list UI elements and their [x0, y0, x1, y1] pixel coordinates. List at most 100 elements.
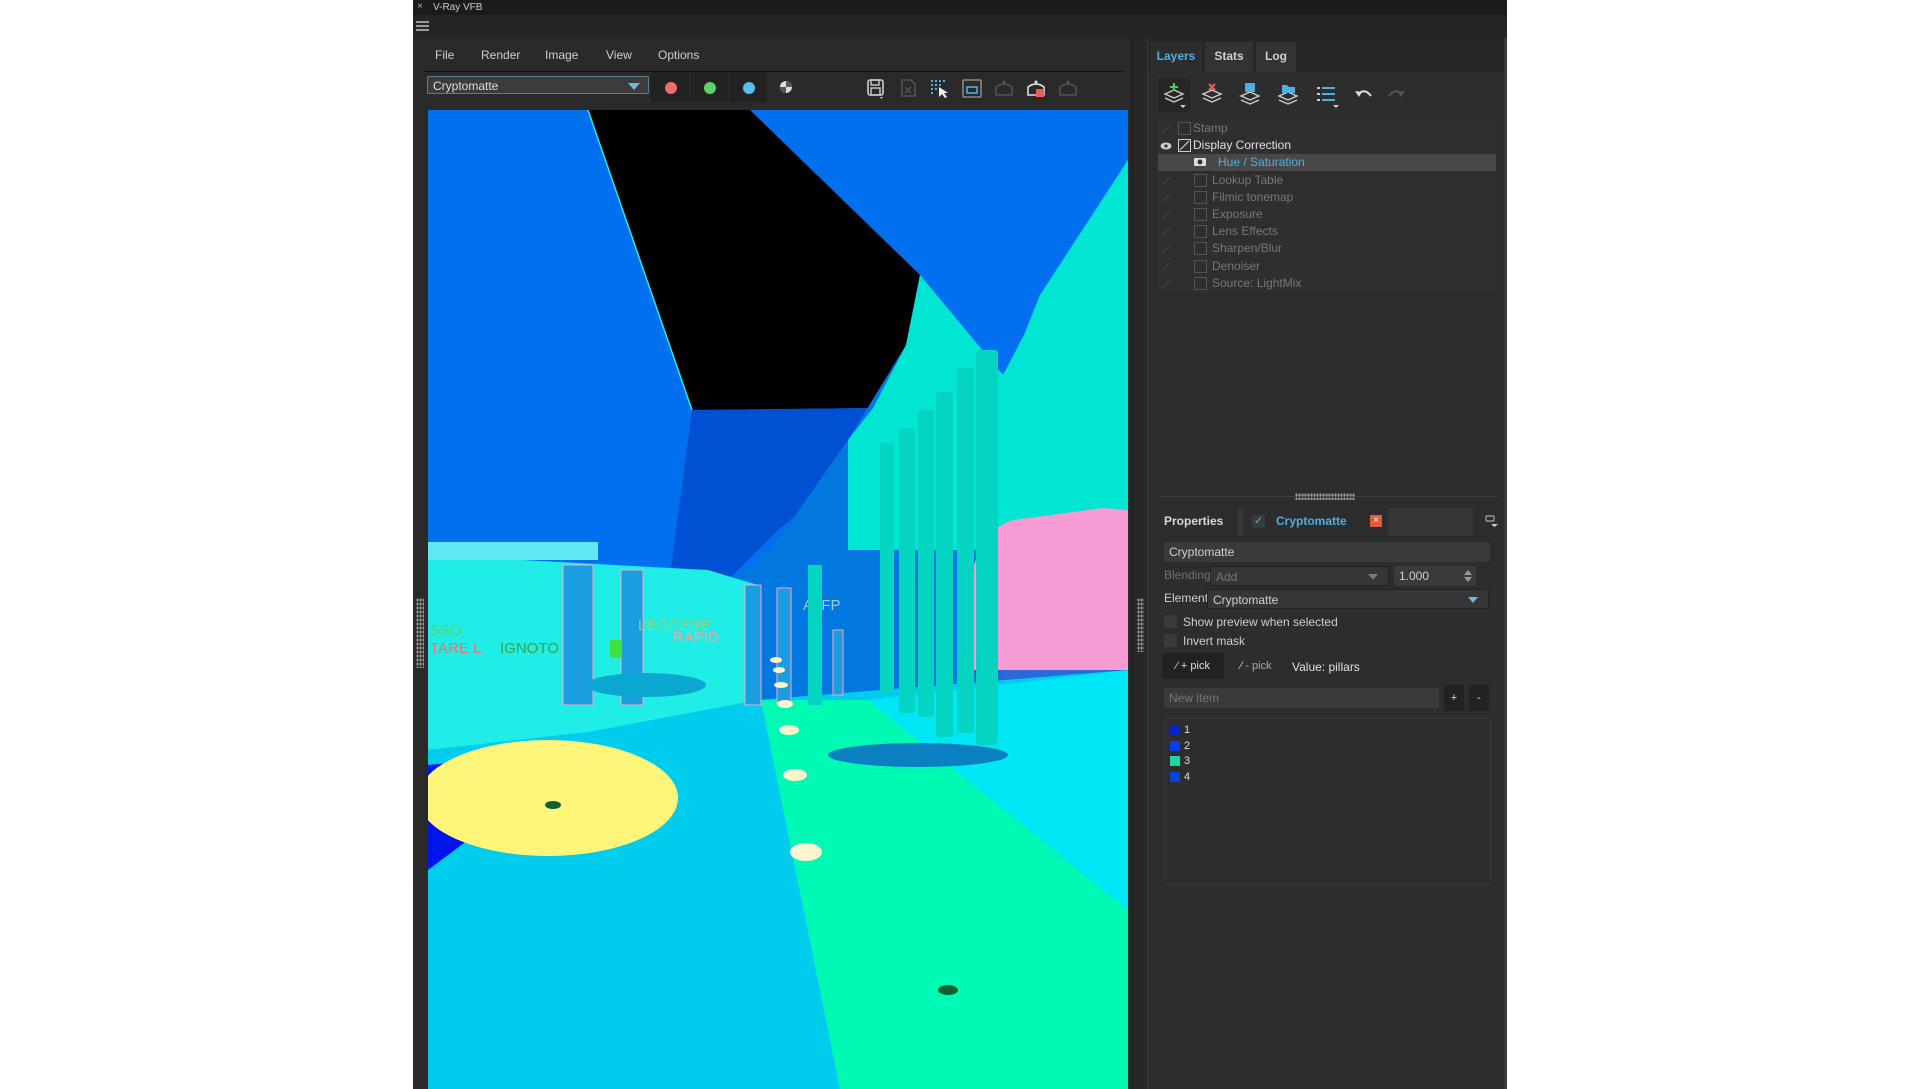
layer-label: Exposure	[1212, 207, 1263, 221]
divider-grip-icon[interactable]	[1295, 493, 1355, 500]
lookup-table-icon	[1194, 173, 1207, 187]
layer-row[interactable]: Sharpen/Blur	[1158, 240, 1496, 258]
spinner-arrows-icon[interactable]	[1464, 569, 1472, 583]
opacity-spinbox[interactable]: 1.000	[1394, 566, 1476, 586]
delete-layer-button[interactable]: ×	[1370, 515, 1382, 527]
red-channel-button[interactable]	[651, 72, 689, 102]
left-panel-resize-handle[interactable]	[416, 598, 424, 668]
layer-presets-icon[interactable]	[1310, 78, 1342, 112]
eye-icon[interactable]	[1160, 140, 1172, 150]
channel-select[interactable]: Cryptomatte	[427, 76, 649, 94]
path-light	[790, 843, 822, 861]
menu-image[interactable]: Image	[545, 48, 578, 62]
hamburger-menu-icon[interactable]	[416, 21, 429, 31]
path-light	[773, 667, 785, 673]
alpha-channel-icon[interactable]	[773, 75, 799, 99]
close-window-icon[interactable]: ×	[417, 1, 423, 12]
denoiser-icon	[1194, 259, 1207, 273]
menu-view[interactable]: View	[606, 48, 632, 62]
eye-hidden-icon[interactable]	[1160, 278, 1172, 289]
eye-hidden-icon[interactable]	[1160, 261, 1172, 272]
save-image-icon[interactable]	[863, 77, 889, 101]
region-render-icon[interactable]	[927, 77, 953, 101]
menu-options[interactable]: Options	[658, 48, 699, 62]
pick-remove-button[interactable]: ⁄ - pick	[1228, 653, 1284, 679]
layer-row[interactable]: Lookup Table	[1158, 171, 1496, 189]
eye-hidden-icon[interactable]	[1160, 123, 1172, 134]
layer-row[interactable]: Hue / Saturation	[1158, 154, 1496, 172]
element-select[interactable]: Cryptomatte	[1207, 589, 1489, 609]
show-preview-checkbox[interactable]	[1164, 615, 1177, 628]
layer-toolbar	[1158, 78, 1498, 114]
item-label: 3	[1184, 755, 1191, 767]
hamburger-row	[413, 15, 1507, 38]
layer-label: Display Correction	[1193, 138, 1292, 153]
eye-hidden-icon[interactable]	[1160, 175, 1172, 186]
layer-row[interactable]: Stamp	[1158, 120, 1496, 137]
layer-enabled-checkbox[interactable]: ✓	[1252, 515, 1265, 528]
dark-spot	[545, 801, 561, 809]
layer-row[interactable]: Filmic tonemap	[1158, 188, 1496, 206]
remove-item-button[interactable]: -	[1469, 685, 1489, 711]
eye-hidden-icon[interactable]	[1160, 209, 1172, 220]
blending-select[interactable]: Add	[1210, 566, 1389, 586]
layer-row[interactable]: Exposure	[1158, 206, 1496, 223]
invert-mask-checkbox[interactable]	[1164, 634, 1177, 647]
splitter-grip-icon	[1137, 598, 1144, 652]
add-layer-icon[interactable]	[1158, 78, 1190, 112]
item-color-swatch	[1170, 725, 1180, 735]
cryptomatte-item-list: 1 2 3 4	[1164, 718, 1491, 885]
exposure-icon	[1194, 208, 1207, 221]
new-item-input[interactable]	[1164, 688, 1439, 708]
item-label: 1	[1184, 724, 1191, 736]
load-layers-icon[interactable]	[1272, 78, 1304, 112]
image-pane: File Render Image View Options Cryptomat…	[413, 38, 1131, 1089]
item-color-swatch	[1170, 771, 1180, 782]
layer-label: Lens Effects	[1212, 224, 1278, 239]
sharpen-blur-icon	[1194, 242, 1207, 256]
header-separator	[1238, 508, 1243, 536]
clear-image-icon[interactable]	[895, 77, 921, 101]
save-layers-icon[interactable]	[1234, 78, 1266, 112]
compare-icon[interactable]	[959, 77, 985, 101]
pane-splitter[interactable]	[1131, 38, 1148, 1089]
properties-menu-icon[interactable]	[1483, 512, 1499, 532]
green-channel-button[interactable]	[690, 72, 728, 102]
door	[832, 629, 844, 696]
layer-row[interactable]: Denoiser	[1158, 257, 1496, 275]
eye-hidden-icon[interactable]	[1160, 226, 1172, 237]
eye-hidden-icon[interactable]	[1160, 192, 1172, 203]
undo-icon[interactable]	[1348, 78, 1380, 112]
pick-add-button[interactable]: ⁄ + pick	[1162, 653, 1224, 679]
blue-channel-button[interactable]	[729, 72, 767, 102]
tab-layers[interactable]: Layers	[1150, 42, 1202, 72]
layer-label: Source: LightMix	[1212, 275, 1302, 290]
render-interactive-icon[interactable]	[991, 77, 1017, 101]
layer-row[interactable]: Source: LightMix	[1158, 274, 1496, 292]
render-viewport[interactable]: SSOTARE LIGNOTOLEGGERERAPIDALFP	[428, 110, 1128, 1089]
render-icon[interactable]	[1055, 77, 1081, 101]
chevron-down-icon	[1468, 597, 1478, 603]
redo-icon[interactable]	[1380, 78, 1412, 112]
pillar	[880, 443, 894, 693]
layer-row[interactable]: Display Correction	[1158, 137, 1496, 155]
menu-render[interactable]: Render	[481, 48, 520, 62]
blending-label: Blending	[1164, 568, 1211, 582]
vray-vfb-window: × V-Ray VFB File Render Image View Optio…	[413, 0, 1507, 1089]
eye-hidden-icon[interactable]	[1160, 157, 1172, 168]
yellow-light-patch	[428, 740, 678, 856]
wall-lettering: SSO	[430, 622, 462, 639]
layer-name-field[interactable]: Cryptomatte	[1164, 542, 1490, 562]
add-item-button[interactable]: +	[1444, 685, 1464, 711]
stop-render-icon[interactable]	[1023, 77, 1049, 101]
menu-file[interactable]: File	[435, 48, 454, 62]
item-color-swatch	[1170, 756, 1180, 766]
eye-hidden-icon[interactable]	[1160, 243, 1172, 254]
show-preview-label: Show preview when selected	[1183, 615, 1338, 629]
layer-row[interactable]: Lens Effects	[1158, 223, 1496, 241]
wall-lettering: IGNOTO	[500, 640, 559, 657]
tab-log[interactable]: Log	[1256, 42, 1296, 72]
delete-layer-icon[interactable]	[1196, 78, 1228, 112]
opacity-value: 1.000	[1399, 569, 1430, 583]
tab-stats[interactable]: Stats	[1205, 42, 1253, 72]
